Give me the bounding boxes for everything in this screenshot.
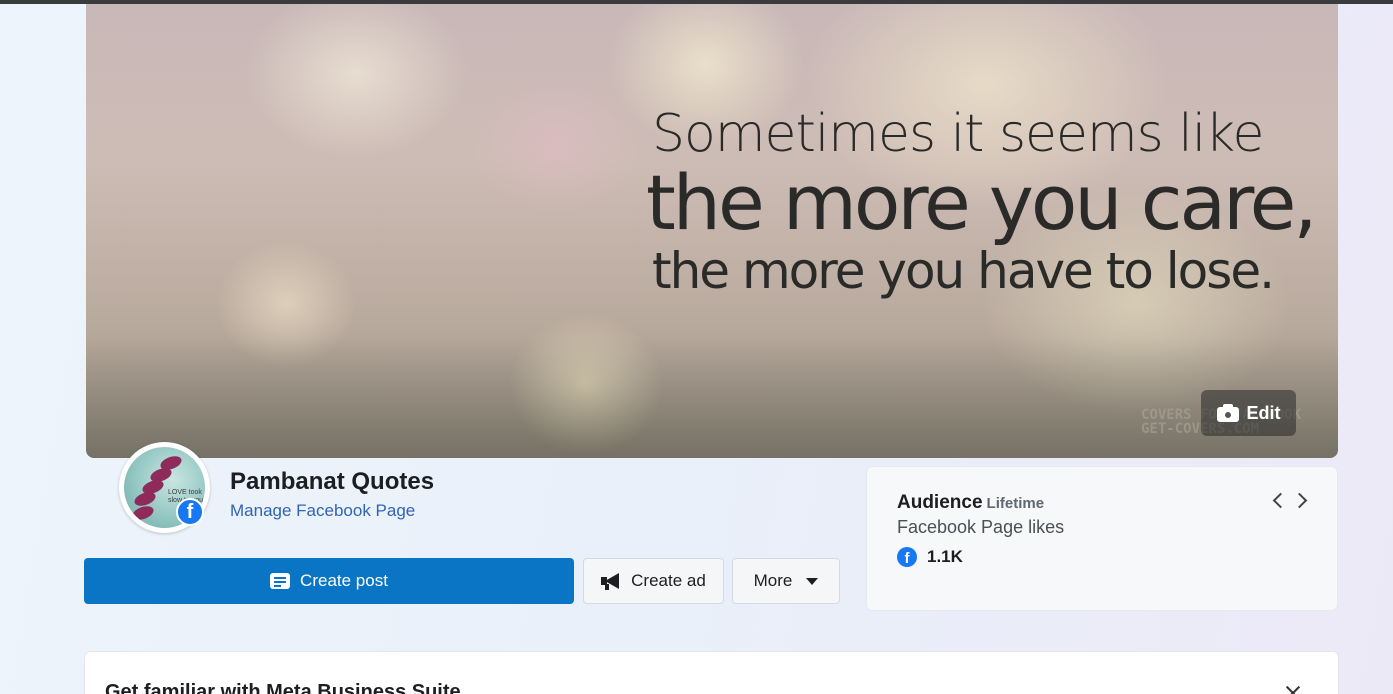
audience-stat: f 1.1K [897, 547, 963, 567]
chevron-left-icon[interactable] [1271, 491, 1285, 511]
cover-shade [86, 338, 1338, 458]
audience-title-text: Audience [897, 492, 983, 513]
quote-line-1: Sometimes it seems like [652, 104, 1264, 164]
familiar-title: Get familiar with Meta Business Suite [105, 681, 461, 694]
create-post-button[interactable]: Create post [84, 558, 574, 604]
manage-facebook-page-link[interactable]: Manage Facebook Page [230, 501, 415, 521]
audience-title: Audience Lifetime [897, 492, 1044, 514]
quote-line-2: the more you care, [646, 158, 1318, 247]
page-title: Pambanat Quotes [230, 468, 435, 495]
quote-line-3: the more you have to lose. [652, 242, 1275, 300]
edit-cover-label: Edit [1246, 402, 1281, 423]
post-icon [270, 573, 291, 589]
audience-value: 1.1K [927, 547, 963, 566]
megaphone-icon [601, 573, 621, 590]
cover-quote: Sometimes it seems like the more you car… [646, 104, 1326, 300]
more-label: More [753, 571, 793, 590]
edit-cover-button[interactable]: Edit [1201, 390, 1296, 436]
chevron-right-icon[interactable] [1294, 491, 1308, 511]
caret-down-icon [806, 577, 819, 585]
familiar-card: Get familiar with Meta Business Suite [84, 651, 1339, 694]
audience-metric: Facebook Page likes [897, 517, 1065, 537]
facebook-icon: f [176, 498, 204, 526]
create-post-label: Create post [300, 571, 388, 590]
audience-card: Audience Lifetime Facebook Page likes f 1… [866, 466, 1338, 611]
camera-icon [1216, 404, 1239, 422]
audience-period: Lifetime [986, 495, 1045, 512]
more-button[interactable]: More [732, 558, 840, 604]
create-ad-button[interactable]: Create ad [583, 558, 724, 604]
create-ad-label: Create ad [631, 571, 706, 590]
cover-photo: Sometimes it seems like the more you car… [86, 4, 1338, 458]
close-icon[interactable] [1283, 682, 1303, 694]
facebook-icon: f [897, 547, 917, 567]
